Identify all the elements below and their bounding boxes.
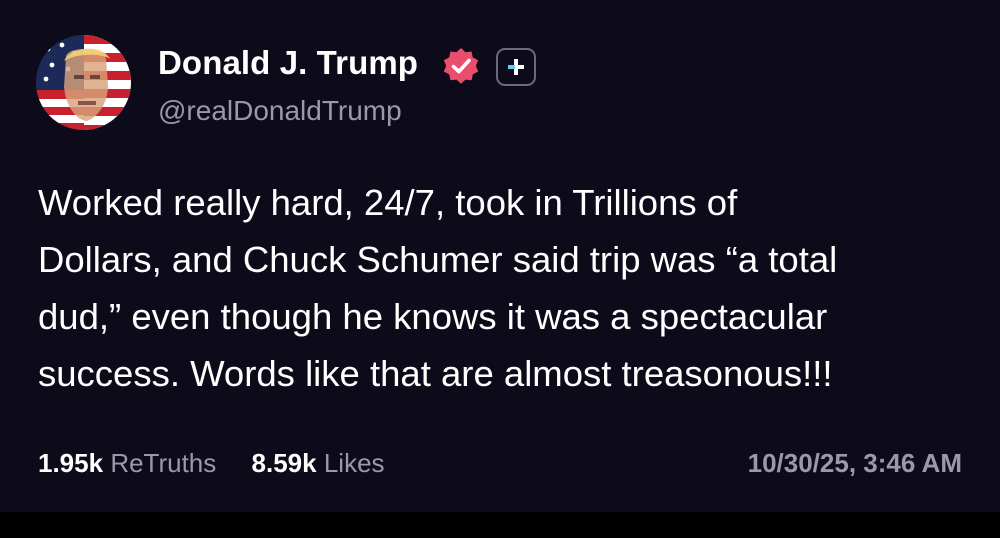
avatar[interactable] bbox=[36, 35, 131, 130]
avatar-image bbox=[36, 35, 131, 130]
post-body: Worked really hard, 24/7, took in Trilli… bbox=[38, 174, 978, 402]
retruths-count: 1.95k bbox=[38, 448, 104, 478]
post-line: success. Words like that are almost trea… bbox=[38, 353, 833, 394]
post-line: dud,” even though he knows it was a spec… bbox=[38, 296, 828, 337]
post-line: Dollars, and Chuck Schumer said trip was… bbox=[38, 239, 838, 280]
post-timestamp[interactable]: 10/30/25, 3:46 AM bbox=[748, 448, 962, 479]
likes-stat[interactable]: 8.59k Likes bbox=[252, 448, 385, 479]
likes-count: 8.59k bbox=[251, 448, 317, 478]
truth-post-card: Donald J. Trump @realDonaldTrump Worked … bbox=[0, 0, 1000, 512]
plus-icon bbox=[508, 59, 524, 75]
author-handle[interactable]: @realDonaldTrump bbox=[158, 95, 402, 127]
verified-badge-icon bbox=[443, 48, 479, 84]
likes-label: Likes bbox=[323, 448, 385, 478]
follow-button[interactable] bbox=[496, 48, 536, 86]
post-stats: 1.95k ReTruths 8.59k Likes bbox=[38, 448, 413, 479]
author-display-name[interactable]: Donald J. Trump bbox=[158, 44, 418, 82]
post-line: Worked really hard, 24/7, took in Trilli… bbox=[38, 182, 738, 223]
retruths-label: ReTruths bbox=[110, 448, 217, 478]
bottom-band bbox=[0, 512, 1000, 538]
retruths-stat[interactable]: 1.95k ReTruths bbox=[38, 448, 216, 479]
